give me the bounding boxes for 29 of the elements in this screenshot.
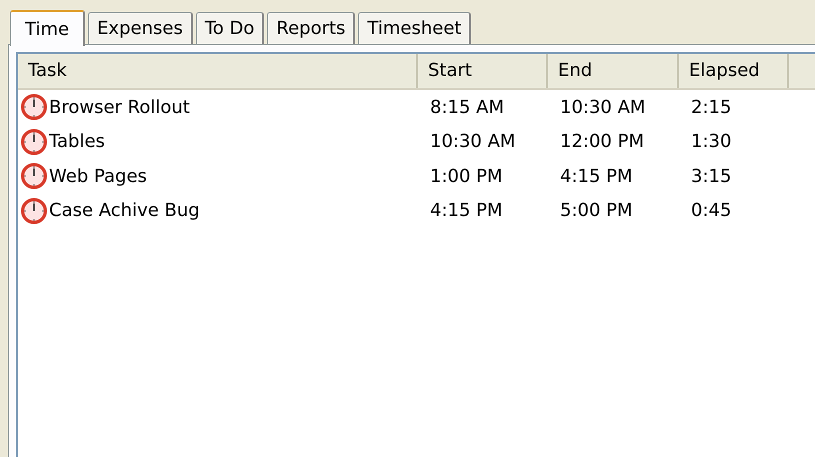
table-cell: 3:15 [691, 166, 732, 187]
table-cell: Browser Rollout [49, 96, 190, 118]
clock-icon [21, 198, 47, 224]
column-header[interactable]: End [548, 54, 679, 88]
tab[interactable]: To Do [196, 12, 264, 44]
tab[interactable]: Timesheet [358, 12, 472, 44]
column-header[interactable]: Elapsed [679, 54, 789, 88]
table-cell: 1:30 [691, 131, 732, 152]
table-cell: 10:30 AM [560, 96, 646, 118]
tab[interactable]: Time [10, 10, 86, 46]
tab[interactable]: Reports [267, 12, 356, 44]
table-cell: 4:15 PM [560, 166, 633, 187]
clock-icon [21, 128, 47, 155]
column-header[interactable]: Task [18, 54, 418, 88]
table-cell: 5:00 PM [560, 200, 633, 222]
clock-icon [21, 94, 47, 120]
tab[interactable]: Expenses [88, 12, 193, 44]
table-cell: 8:15 AM [430, 96, 504, 118]
table-cell: 4:15 PM [430, 200, 503, 222]
table-cell: Web Pages [49, 166, 147, 187]
table-cell: Tables [49, 131, 105, 152]
column-header[interactable]: Start [418, 54, 548, 88]
table-cell: 12:00 PM [560, 131, 644, 152]
table-cell: 10:30 AM [430, 131, 516, 152]
clock-icon [21, 163, 47, 190]
table-cell: 2:15 [691, 96, 732, 118]
table-cell: Case Achive Bug [49, 200, 200, 222]
table-cell: 0:45 [691, 200, 732, 222]
table-cell: 1:00 PM [430, 166, 503, 187]
